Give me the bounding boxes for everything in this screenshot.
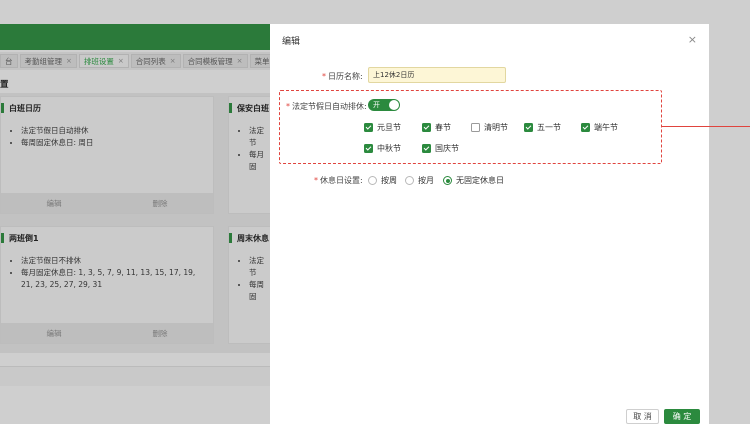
tab-bar: 台 考勤组管理 × 排班设置 × 合同列表 × 合同模板管理 × 菜单	[0, 52, 275, 70]
card-actions: 编辑 删除	[1, 193, 213, 213]
page-section-title: 置	[0, 80, 9, 90]
holiday-checkbox-national-day[interactable]: 国庆节	[422, 143, 459, 154]
tab-close-icon[interactable]: ×	[237, 57, 243, 65]
tab-contract-template[interactable]: 合同模板管理 ×	[182, 54, 248, 68]
radio-selected-icon	[443, 176, 452, 185]
card-delete-button[interactable]: 删除	[107, 328, 213, 339]
holiday-checkbox-dragon-boat[interactable]: 端午节	[581, 122, 618, 133]
switch-text: 开	[373, 101, 380, 109]
cancel-button[interactable]: 取 消	[626, 409, 659, 424]
tab-attendance-group[interactable]: 考勤组管理 ×	[19, 54, 77, 68]
confirm-button[interactable]: 确 定	[664, 409, 700, 424]
card-detail-line: 每月固	[249, 149, 269, 173]
card-delete-button[interactable]: 删除	[107, 198, 213, 209]
checkbox-checked-icon	[422, 123, 431, 132]
checkbox-checked-icon	[581, 123, 590, 132]
card-details: 法定节 每月固	[249, 125, 269, 173]
calendar-card: 两班倒1 法定节假日不排休 每月固定休息日: 1, 3, 5, 7, 9, 11…	[0, 226, 214, 344]
annotation-callout-line	[662, 126, 750, 127]
rest-option-no-fixed[interactable]: 无固定休息日	[443, 175, 504, 186]
rest-option-monthly[interactable]: 按月	[405, 175, 434, 186]
card-title: 两班倒1	[1, 233, 39, 243]
card-title: 周末休息	[229, 233, 269, 243]
tab-shift-settings[interactable]: 排班设置 ×	[78, 54, 129, 68]
card-title: 保安白班	[229, 103, 269, 113]
holiday-checkbox-qingming[interactable]: 清明节	[471, 122, 508, 133]
holiday-auto-rest-switch[interactable]: 开	[368, 99, 400, 111]
rest-day-setting-label: * 休息日设置:	[314, 176, 363, 185]
card-details: 法定节假日不排休 每月固定休息日: 1, 3, 5, 7, 9, 11, 13,…	[21, 255, 205, 291]
holiday-checkbox-mid-autumn[interactable]: 中秋节	[364, 143, 401, 154]
radio-icon	[368, 176, 377, 185]
card-detail-line: 每周固	[249, 279, 269, 303]
calendar-name-label: * 日历名称:	[322, 72, 363, 81]
tab-contract-list[interactable]: 合同列表 ×	[130, 54, 181, 68]
edit-dialog: 编辑 × *日历名称: *法定节假日自动排休: 开 元旦节 春节 清明节 五一节…	[270, 24, 709, 424]
holiday-checkbox-new-year[interactable]: 元旦节	[364, 122, 401, 133]
card-detail-line: 法定节假日不排休	[21, 255, 205, 267]
dialog-title: 编辑	[282, 37, 301, 47]
content-footer	[0, 366, 270, 386]
close-icon[interactable]: ×	[688, 33, 697, 46]
required-mark: *	[286, 102, 290, 111]
holiday-checkbox-spring-festival[interactable]: 春节	[422, 122, 451, 133]
tab-workbench[interactable]: 台	[0, 54, 18, 68]
card-detail-line: 法定节	[249, 125, 269, 149]
tab-close-icon[interactable]: ×	[118, 57, 124, 65]
tab-close-icon[interactable]: ×	[170, 57, 176, 65]
rest-option-weekly[interactable]: 按周	[368, 175, 397, 186]
checkbox-checked-icon	[364, 123, 373, 132]
tab-close-icon[interactable]: ×	[66, 57, 72, 65]
holiday-checkbox-labor-day[interactable]: 五一节	[524, 122, 561, 133]
switch-knob	[389, 100, 399, 110]
card-title: 白班日历	[1, 103, 41, 113]
checkbox-checked-icon	[422, 144, 431, 153]
checkbox-checked-icon	[524, 123, 533, 132]
required-mark: *	[314, 176, 318, 185]
card-actions: 编辑 删除	[1, 323, 213, 343]
required-mark: *	[322, 72, 326, 81]
card-details: 法定节 每周固	[249, 255, 269, 303]
card-detail-line: 每周固定休息日: 周日	[21, 137, 205, 149]
card-edit-button[interactable]: 编辑	[1, 328, 107, 339]
card-detail-line: 法定节	[249, 255, 269, 279]
checkbox-checked-icon	[364, 144, 373, 153]
holiday-auto-rest-label: * 法定节假日自动排休:	[286, 102, 367, 111]
card-detail-line: 每月固定休息日: 1, 3, 5, 7, 9, 11, 13, 15, 17, …	[21, 267, 205, 291]
radio-icon	[405, 176, 414, 185]
calendar-name-input[interactable]	[368, 67, 506, 83]
card-detail-line: 法定节假日自动排休	[21, 125, 205, 137]
card-details: 法定节假日自动排休 每周固定休息日: 周日	[21, 125, 205, 149]
card-edit-button[interactable]: 编辑	[1, 198, 107, 209]
checkbox-unchecked-icon	[471, 123, 480, 132]
app-header	[0, 24, 270, 50]
calendar-card: 白班日历 法定节假日自动排休 每周固定休息日: 周日 编辑 删除	[0, 96, 214, 214]
